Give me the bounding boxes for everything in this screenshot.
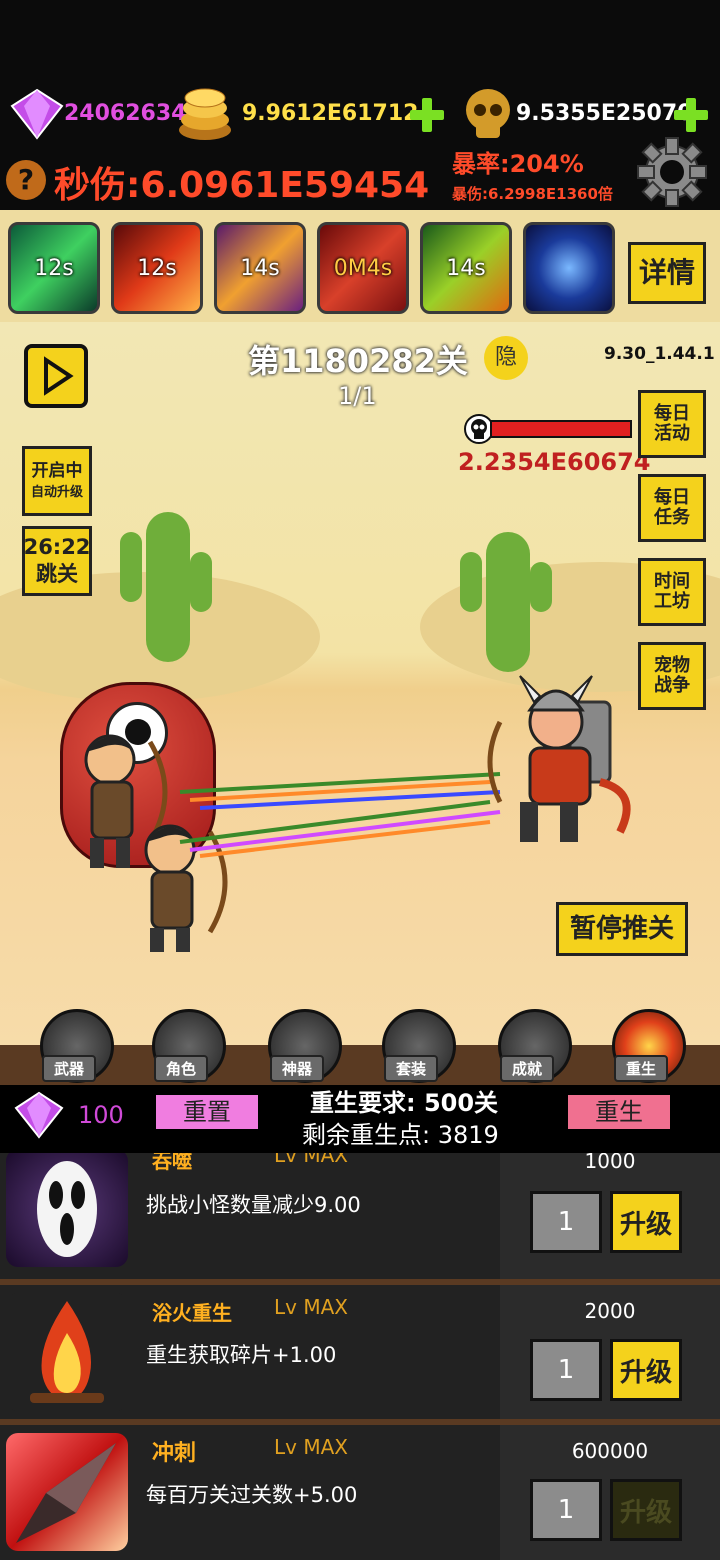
nav-tab-artifacts[interactable]: 神器 xyxy=(266,1009,344,1083)
gem-icon xyxy=(10,88,64,140)
help-icon[interactable]: ? xyxy=(6,160,46,200)
upgrade-desc: 挑战小怪数量减少9.00 xyxy=(146,1193,361,1217)
pet-war-button[interactable]: 宠物战争 xyxy=(638,642,706,710)
crit-rate: 暴率:204% xyxy=(452,150,584,178)
play-icon xyxy=(44,356,74,396)
skull-count: 9.5355E25070 xyxy=(516,101,693,126)
gold-count: 9.9612E61712 xyxy=(242,101,419,126)
upgrade-desc: 每百万关过关数+5.00 xyxy=(146,1483,358,1507)
rebirth-header: 100 重置 重生要求: 500关 剩余重生点: 3819 重生 xyxy=(0,1085,720,1153)
upgrade-name: 冲刺 xyxy=(152,1441,197,1466)
skill-2[interactable]: 12s xyxy=(111,222,203,314)
skill-5[interactable]: 14s xyxy=(420,222,512,314)
cactus-arm xyxy=(460,552,482,612)
skill-bar: 12s 12s 14s 0M4s 14s 详情 xyxy=(0,210,720,322)
daily-activity-button[interactable]: 每日活动 xyxy=(638,390,706,458)
daily-tasks-button[interactable]: 每日任务 xyxy=(638,474,706,542)
skill-3[interactable]: 14s xyxy=(214,222,306,314)
rebirth-gem-cost: 100 xyxy=(78,1101,124,1129)
cactus xyxy=(146,512,190,662)
bottom-nav: 武器 角色 神器 套装 成就 重生 xyxy=(0,1005,720,1085)
blade-dash-icon xyxy=(6,1433,128,1551)
boss-hp-value: 2.2354E60674 xyxy=(458,448,651,476)
upgrade-name: 吞噬 xyxy=(152,1153,192,1173)
quantity-field[interactable]: 1 xyxy=(530,1191,602,1253)
gem-count: 24062634 xyxy=(64,101,187,126)
cactus-arm xyxy=(190,552,212,612)
boss-hp-bar xyxy=(490,420,632,438)
play-button[interactable] xyxy=(24,344,88,408)
rebirth-requirement: 重生要求: 500关 xyxy=(310,1089,499,1117)
nav-tab-character[interactable]: 角色 xyxy=(150,1009,228,1083)
add-skull-button[interactable] xyxy=(672,96,710,134)
gem-icon xyxy=(14,1091,64,1139)
upgrade-cost: 2000 xyxy=(584,1299,636,1323)
stage-title: 第1180282关 xyxy=(248,342,468,380)
skip-stage-button[interactable]: 26:22 跳关 xyxy=(22,526,92,596)
cactus xyxy=(486,532,530,672)
battlefield: 第1180282关 隐 1/1 9.30_1.44.1 2.2354E60674… xyxy=(0,322,720,1057)
upgrade-button[interactable]: 升级 xyxy=(610,1191,682,1253)
nav-tab-rebirth[interactable]: 重生 xyxy=(610,1009,688,1083)
boss-hp-fill xyxy=(492,422,630,436)
quantity-field[interactable]: 1 xyxy=(530,1339,602,1401)
upgrade-button[interactable]: 升级 xyxy=(610,1339,682,1401)
nav-tab-weapons[interactable]: 武器 xyxy=(38,1009,116,1083)
time-workshop-button[interactable]: 时间工坊 xyxy=(638,558,706,626)
skill-4[interactable]: 0M4s xyxy=(317,222,409,314)
details-button[interactable]: 详情 xyxy=(628,242,706,304)
auto-upgrade-button[interactable]: 开启中 自动升级 xyxy=(22,446,92,516)
add-gold-button[interactable] xyxy=(408,96,446,134)
upgrade-level: Lv MAX xyxy=(274,1435,348,1459)
crit-damage: 暴伤:6.2998E1360倍 xyxy=(452,185,613,203)
ghost-mask-icon xyxy=(6,1153,128,1267)
cactus-arm xyxy=(530,562,552,612)
quantity-field[interactable]: 1 xyxy=(530,1479,602,1541)
upgrade-level: Lv MAX xyxy=(274,1153,348,1167)
skull-icon xyxy=(466,89,510,138)
viking-enemy xyxy=(487,675,631,842)
skill-1[interactable]: 12s xyxy=(8,222,100,314)
dps-readout: 秒伤:6.0961E59454 xyxy=(54,165,430,206)
gear-icon[interactable] xyxy=(636,136,708,208)
list-item: 浴火重生 Lv MAX 重生获取碎片+1.00 2000 1 升级 xyxy=(0,1285,720,1423)
rebirth-button[interactable]: 重生 xyxy=(568,1095,670,1129)
upgrade-level: Lv MAX xyxy=(274,1295,348,1319)
reset-button[interactable]: 重置 xyxy=(156,1095,258,1129)
hide-button[interactable]: 隐 xyxy=(484,336,528,380)
skill-6[interactable] xyxy=(523,222,615,314)
upgrade-cost: 600000 xyxy=(571,1439,649,1463)
list-item: 冲刺 Lv MAX 每百万关过关数+5.00 600000 1 升级 xyxy=(0,1425,720,1560)
fire-icon xyxy=(6,1293,128,1411)
top-status-bar: 24062634 9.9612E61712 9.5355E25070 ? 秒伤:… xyxy=(0,0,720,210)
cactus-arm xyxy=(120,532,142,602)
upgrade-cost: 1000 xyxy=(584,1153,636,1173)
gold-coins-icon xyxy=(179,88,231,140)
nav-tab-sets[interactable]: 套装 xyxy=(380,1009,458,1083)
arrow-volley xyxy=(179,772,501,858)
nav-tab-achievements[interactable]: 成就 xyxy=(496,1009,574,1083)
upgrade-button[interactable]: 升级 xyxy=(610,1479,682,1541)
pause-push-button[interactable]: 暂停推关 xyxy=(556,902,688,956)
upgrade-list: 吞噬 Lv MAX 挑战小怪数量减少9.00 1000 1 升级 浴火重生 Lv… xyxy=(0,1153,720,1560)
version-label: 9.30_1.44.1 xyxy=(604,344,715,364)
remaining-rebirth-points: 剩余重生点: 3819 xyxy=(302,1121,499,1149)
list-item: 吞噬 Lv MAX 挑战小怪数量减少9.00 1000 1 升级 xyxy=(0,1153,720,1279)
stage-progress: 1/1 xyxy=(338,382,377,410)
upgrade-name: 浴火重生 xyxy=(152,1301,232,1325)
upgrade-desc: 重生获取碎片+1.00 xyxy=(146,1343,337,1367)
